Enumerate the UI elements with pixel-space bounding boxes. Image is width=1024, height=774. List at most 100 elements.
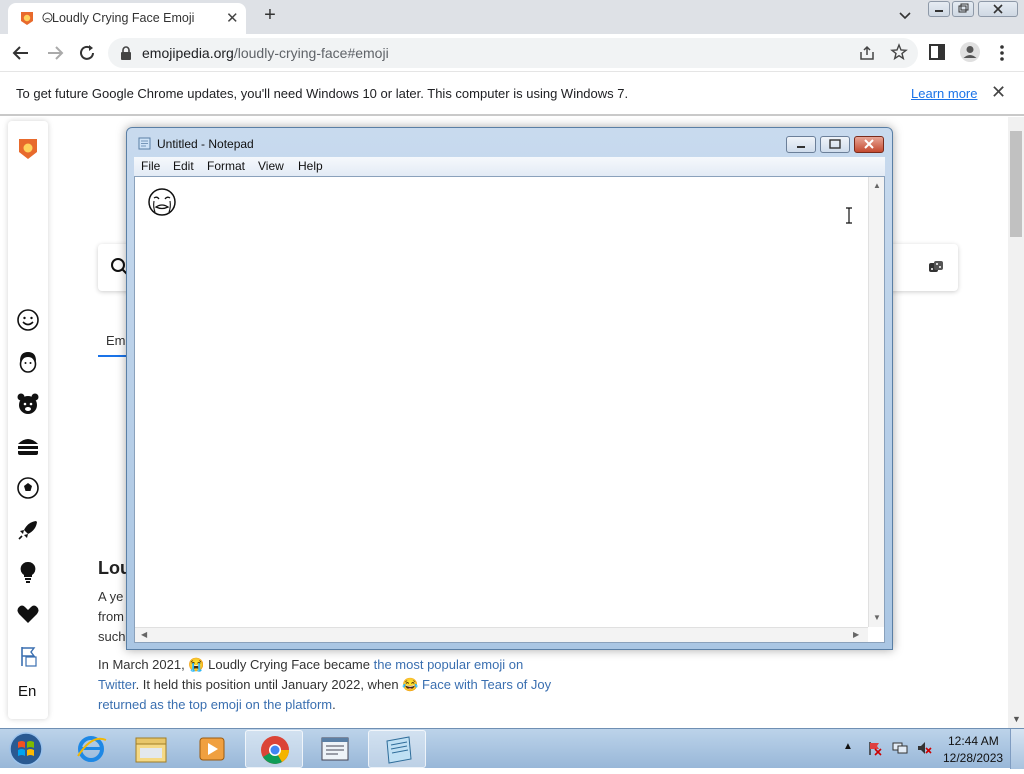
clock-date[interactable]: 12/28/2023	[943, 751, 1003, 765]
notepad-close-button[interactable]	[854, 136, 884, 153]
travel-category-icon[interactable]	[16, 518, 40, 542]
minimize-icon	[935, 10, 943, 12]
food-category-icon[interactable]	[16, 434, 40, 458]
close-icon	[993, 4, 1003, 14]
face-with-tears-of-joy-link[interactable]: Face with Tears of Joy	[422, 677, 551, 692]
notepad-title: Untitled - Notepad	[157, 137, 254, 151]
url-domain: emojipedia.org	[142, 45, 234, 61]
paragraph-2-text-c: . It held this position until January 20…	[135, 677, 423, 692]
volume-muted-icon[interactable]	[916, 740, 932, 756]
maximize-icon	[829, 139, 841, 149]
paragraph-2-text-a: In March 2021, 😭 Loudly Crying Face beca…	[98, 657, 374, 672]
notepad-window: Untitled - Notepad File Edit Format View…	[126, 127, 893, 650]
taskbar-file-explorer[interactable]	[122, 730, 180, 768]
windows-taskbar: ▲ 12:44 AM 12/28/2023	[0, 728, 1024, 769]
paragraph-2-line-2: Twitter. It held this position until Jan…	[98, 677, 551, 693]
notepad-text-area[interactable]: ▲ ▼ ◀ ▶	[134, 176, 885, 643]
forward-arrow-icon[interactable]	[44, 42, 66, 64]
taskbar-notepad[interactable]	[368, 730, 426, 768]
notepad-menubar: File Edit Format View Help	[134, 157, 885, 176]
flags-category-icon[interactable]	[16, 644, 40, 668]
animals-category-icon[interactable]	[16, 392, 40, 416]
window-restore-button[interactable]	[952, 1, 974, 17]
start-button-icon[interactable]	[4, 730, 48, 768]
show-desktop-button[interactable]	[1010, 729, 1024, 769]
notepad-vertical-scrollbar[interactable]: ▲ ▼	[868, 177, 884, 627]
url-text: emojipedia.org/loudly-crying-face#emoji	[142, 45, 389, 61]
menu-kebab-icon[interactable]	[994, 42, 1010, 64]
share-icon[interactable]	[858, 44, 876, 62]
language-selector[interactable]: En	[18, 683, 36, 700]
menu-view[interactable]: View	[258, 159, 284, 173]
reload-icon[interactable]	[76, 42, 98, 64]
side-panel-icon[interactable]	[929, 44, 945, 60]
objects-category-icon[interactable]	[16, 560, 40, 584]
bookmark-star-icon[interactable]	[890, 43, 908, 61]
restore-icon	[958, 3, 969, 13]
taskbar-internet-explorer[interactable]	[62, 730, 120, 768]
tab-title: Loudly Crying Face Emoji	[52, 11, 195, 25]
minimize-icon	[797, 146, 805, 148]
page-scrollbar[interactable]: ▼	[1008, 117, 1024, 728]
twitter-link[interactable]: Twitter	[98, 677, 136, 692]
text-cursor-icon	[846, 207, 852, 224]
new-tab-button[interactable]: +	[260, 4, 280, 26]
random-dice-icon[interactable]	[928, 259, 944, 275]
browser-toolbar: emojipedia.org/loudly-crying-face#emoji	[0, 34, 1024, 72]
application-window-icon	[321, 737, 349, 761]
info-bar-close-icon[interactable]: ✕	[991, 82, 1006, 103]
taskbar-media-player[interactable]	[183, 730, 241, 768]
menu-file[interactable]: File	[141, 159, 160, 173]
scroll-right-arrow-icon[interactable]: ▶	[853, 630, 859, 639]
window-close-button[interactable]	[978, 1, 1018, 17]
notepad-app-icon	[138, 137, 151, 150]
paragraph-2-line-3: returned as the top emoji on the platfor…	[98, 697, 336, 712]
tab-close-icon[interactable]: ✕	[226, 9, 239, 27]
window-minimize-button[interactable]	[928, 1, 950, 17]
lock-icon[interactable]	[120, 46, 132, 60]
folder-icon	[135, 737, 167, 763]
paragraph-line-2: from	[98, 609, 124, 624]
paragraph-line-3: such	[98, 629, 126, 644]
most-popular-emoji-link[interactable]: the most popular emoji on	[374, 657, 524, 672]
close-icon	[864, 139, 874, 149]
update-info-bar: To get future Google Chrome updates, you…	[0, 72, 1024, 116]
symbols-category-icon[interactable]	[16, 602, 40, 626]
people-category-icon[interactable]	[16, 350, 40, 374]
smileys-category-icon[interactable]	[16, 308, 40, 332]
tab-strip: Loudly Crying Face Emoji ✕ +	[0, 0, 1024, 34]
notepad-maximize-button[interactable]	[820, 136, 850, 153]
clock-time[interactable]: 12:44 AM	[948, 734, 999, 748]
learn-more-link[interactable]: Learn more	[911, 86, 977, 101]
menu-format[interactable]: Format	[207, 159, 245, 173]
top-emoji-link[interactable]: returned as the top emoji on the platfor…	[98, 697, 332, 712]
taskbar-app-window[interactable]	[306, 730, 364, 768]
action-center-flag-icon[interactable]	[867, 740, 883, 756]
profile-avatar-icon[interactable]	[959, 41, 981, 63]
tab-search-chevron-icon[interactable]	[896, 6, 914, 24]
notepad-minimize-button[interactable]	[786, 136, 816, 153]
internet-explorer-icon	[77, 736, 107, 762]
notepad-icon	[386, 736, 412, 764]
back-arrow-icon[interactable]	[10, 42, 32, 64]
crying-face-icon	[148, 188, 176, 216]
activities-category-icon[interactable]	[16, 476, 40, 500]
scroll-down-arrow-icon[interactable]: ▼	[873, 613, 881, 622]
taskbar-chrome[interactable]	[245, 730, 303, 768]
paragraph-line-1: A ye	[98, 589, 124, 604]
scroll-left-arrow-icon[interactable]: ◀	[141, 630, 147, 639]
menu-edit[interactable]: Edit	[173, 159, 194, 173]
browser-tab[interactable]: Loudly Crying Face Emoji ✕	[8, 3, 246, 34]
scroll-down-arrow-icon[interactable]: ▼	[1012, 714, 1021, 724]
menu-help[interactable]: Help	[298, 159, 323, 173]
network-icon[interactable]	[892, 740, 908, 756]
notepad-horizontal-scrollbar[interactable]: ◀ ▶	[135, 627, 868, 642]
info-bar-message: To get future Google Chrome updates, you…	[16, 86, 629, 101]
scroll-up-arrow-icon[interactable]: ▲	[873, 181, 881, 190]
show-hidden-icons-chevron-icon[interactable]: ▲	[843, 741, 859, 757]
paragraph-2-line-1: In March 2021, 😭 Loudly Crying Face beca…	[98, 657, 523, 673]
paragraph-2-text-e: .	[332, 697, 336, 712]
address-bar[interactable]: emojipedia.org/loudly-crying-face#emoji	[108, 38, 918, 68]
scrollbar-thumb[interactable]	[1010, 131, 1022, 237]
emojipedia-logo-icon[interactable]	[16, 137, 40, 161]
